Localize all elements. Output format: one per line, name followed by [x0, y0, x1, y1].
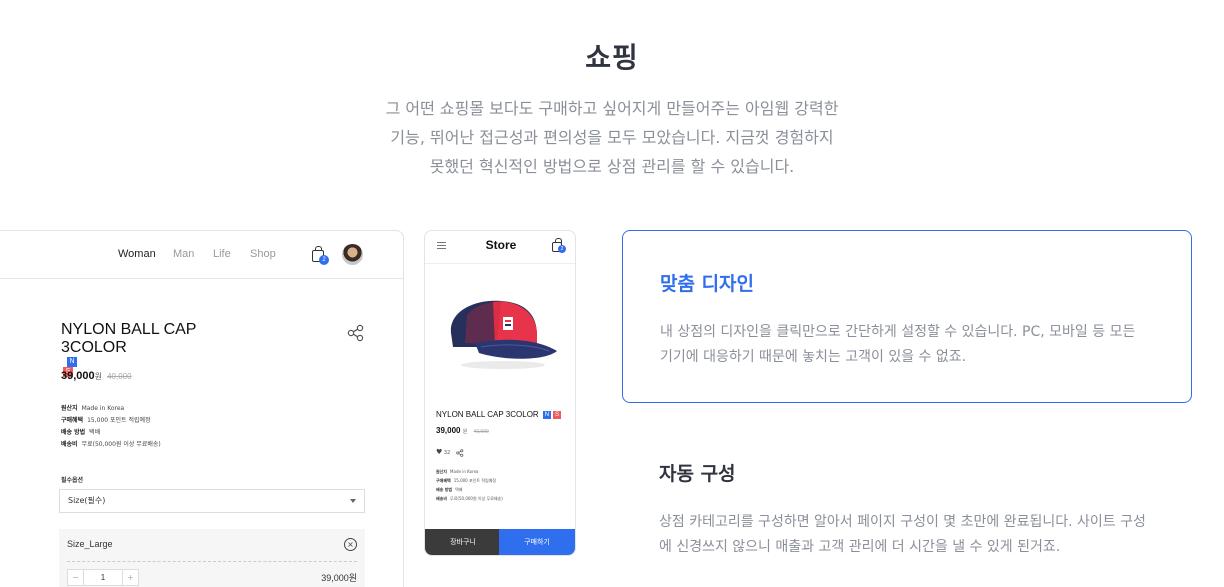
mobile-product-name: NYLON BALL CAP 3COLOR NS [436, 410, 561, 419]
size-select-value: Size(필수) [68, 496, 106, 505]
mobile-product-info: 원산지 Made in Korea 구매혜택 15,000 포인트 적립예정 배송 … [436, 467, 503, 503]
feature-description: 내 상점의 디자인을 클릭만으로 간단하게 설정할 수 있습니다. PC, 모바… [660, 324, 1136, 365]
heart-icon[interactable]: ♥ [436, 448, 442, 456]
decrement-button[interactable]: − [68, 570, 84, 585]
description-line: 그 어떤 쇼핑몰 보다도 구매하고 싶어지게 만들어주는 아임웹 강력한 [385, 99, 839, 118]
buy-now-button[interactable]: 구매하기 [499, 529, 575, 555]
old-price: 40,000 [473, 429, 489, 435]
selected-option-name: Size_Large [67, 539, 113, 549]
chevron-down-icon [350, 499, 356, 503]
desktop-mockup: Woman Man Life Shop 2 NYLON BALL CAP 3CO… [0, 230, 404, 587]
add-to-cart-button[interactable]: 장바구니 [425, 529, 501, 555]
nav-item-man[interactable]: Man [173, 248, 194, 260]
product-title: NYLON BALL CAP 3COLOR NS [61, 321, 196, 377]
info-row: 구매혜택 15,000 포인트 적립예정 [61, 417, 151, 424]
old-price: 40,000 [107, 372, 132, 381]
nav-item-life[interactable]: Life [213, 248, 231, 260]
product-title-line: NYLON BALL CAP [61, 321, 197, 338]
info-row: 배송비 무료(50,000원 이상 무료배송) [436, 496, 503, 501]
cap-product-image [450, 300, 557, 369]
info-row: 배송 방법 택배 [61, 429, 101, 436]
quantity-stepper[interactable]: − 1 + [67, 569, 139, 586]
remove-option-icon[interactable]: × [344, 538, 357, 551]
avatar[interactable] [342, 244, 363, 265]
description-line: 기능, 뛰어난 접근성과 편의성을 모두 모았습니다. 지금껏 경험하지 [390, 128, 834, 147]
tag-s-badge: S [552, 410, 561, 419]
info-row: 구매혜택 15,000 포인트 적립예정 [436, 478, 497, 483]
cart-count-badge: 2 [319, 255, 329, 265]
section-description: 그 어떤 쇼핑몰 보다도 구매하고 싶어지게 만들어주는 아임웹 강력한 기능,… [312, 94, 912, 181]
feature-title: 맞춤 디자인 [660, 273, 755, 295]
nav-item-woman[interactable]: Woman [118, 248, 156, 260]
selected-option-box: Size_Large × − 1 + 39,000원 [59, 529, 365, 587]
option-label: 필수옵션 [61, 477, 84, 484]
divider [425, 263, 575, 264]
info-row: 원산지 Made in Korea [61, 405, 125, 412]
info-row: 배송 방법 택배 [436, 487, 463, 492]
tag-n-badge: N [542, 410, 551, 419]
nav-item-shop[interactable]: Shop [250, 248, 276, 260]
info-row: 배송비 무료(50,000원 이상 무료배송) [61, 441, 161, 448]
feature-description: 상점 카테고리를 구성하면 알아서 페이지 구성이 몇 초만에 완료됩니다. 사… [659, 514, 1146, 555]
mobile-price: 39,000 원 40,000 [436, 426, 489, 435]
like-count: ♥ 32 [436, 448, 464, 457]
quantity-value[interactable]: 1 [84, 570, 122, 585]
product-price: 39,000원 40,000 [61, 370, 132, 382]
feature-title: 자동 구성 [659, 463, 736, 485]
feature-card-auto-setup[interactable]: 자동 구성 상점 카테고리를 구성하면 알아서 페이지 구성이 몇 초만에 완료… [622, 440, 1192, 587]
increment-button[interactable]: + [122, 570, 138, 585]
cart-count-badge: 2 [558, 245, 566, 253]
option-price: 39,000원 [321, 573, 357, 583]
desktop-nav: Woman Man Life Shop 2 [0, 231, 403, 279]
feature-card-custom-design[interactable]: 맞춤 디자인 내 상점의 디자인을 클릭만으로 간단하게 설정할 수 있습니다.… [622, 230, 1192, 403]
tag-n-badge: N [67, 357, 77, 367]
share-icon[interactable] [456, 448, 464, 457]
product-info: 원산지 Made in Korea 구매혜택 15,000 포인트 적립예정 배송 … [61, 403, 161, 451]
share-icon[interactable] [347, 324, 365, 342]
section-title: 쇼핑 [585, 41, 639, 74]
mobile-mockup: Store 2 NYLON BALL CAP 3COLOR NS 39,000 … [424, 230, 576, 556]
info-row: 원산지 Made in Korea [436, 469, 479, 474]
divider [67, 561, 357, 562]
description-line: 못했던 혁신적인 방법으로 상점 관리를 할 수 있습니다. [429, 157, 795, 176]
size-select[interactable]: Size(필수) [59, 489, 365, 513]
